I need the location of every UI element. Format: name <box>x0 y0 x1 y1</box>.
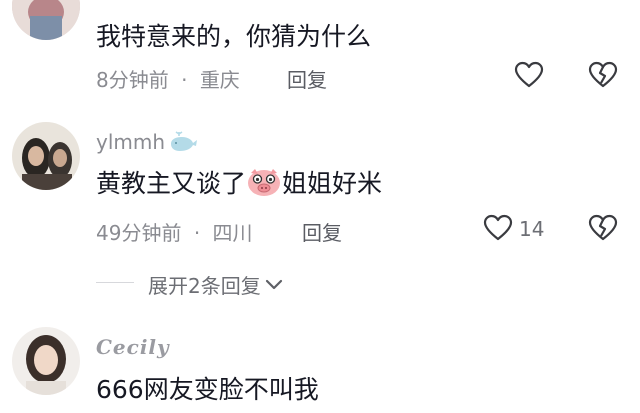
whale-icon <box>171 131 198 151</box>
comment-text: 黄教主又谈了 姐姐好米 <box>96 169 383 198</box>
comment-time: 8分钟前 <box>96 68 169 92</box>
avatar[interactable] <box>12 327 80 395</box>
divider <box>96 282 134 283</box>
pig-face-emoji <box>248 169 281 196</box>
reply-button[interactable]: 回复 <box>302 217 342 246</box>
reply-button[interactable]: 回复 <box>287 64 327 93</box>
comment-time: 49分钟前 <box>96 221 182 245</box>
comment-text: 我特意来的，你猜为什么 <box>96 22 372 51</box>
broken-heart-icon[interactable] <box>588 61 618 89</box>
username[interactable]: ylmmh <box>96 130 198 154</box>
avatar-image <box>12 0 80 40</box>
like-count: 14 <box>519 217 545 241</box>
broken-heart-icon[interactable] <box>588 214 618 242</box>
avatar-image <box>12 122 80 190</box>
expand-replies-button[interactable]: 展开2条回复 <box>148 270 283 299</box>
like-icon[interactable] <box>514 61 544 89</box>
like-icon[interactable] <box>483 214 513 242</box>
avatar[interactable] <box>12 0 80 40</box>
comment-meta: 8分钟前 · 重庆 <box>96 64 240 93</box>
comment-text: 666网友变脸不叫我 <box>96 375 319 404</box>
chevron-down-icon <box>265 279 282 289</box>
avatar-image <box>12 327 80 395</box>
comment-meta: 49分钟前 · 四川 <box>96 217 253 246</box>
comment-location: 四川 <box>212 221 253 245</box>
username[interactable]: Cecily <box>96 335 170 359</box>
meta-separator: · <box>181 68 188 92</box>
comment-location: 重庆 <box>199 68 240 92</box>
avatar[interactable] <box>12 122 80 190</box>
meta-separator: · <box>193 221 201 245</box>
